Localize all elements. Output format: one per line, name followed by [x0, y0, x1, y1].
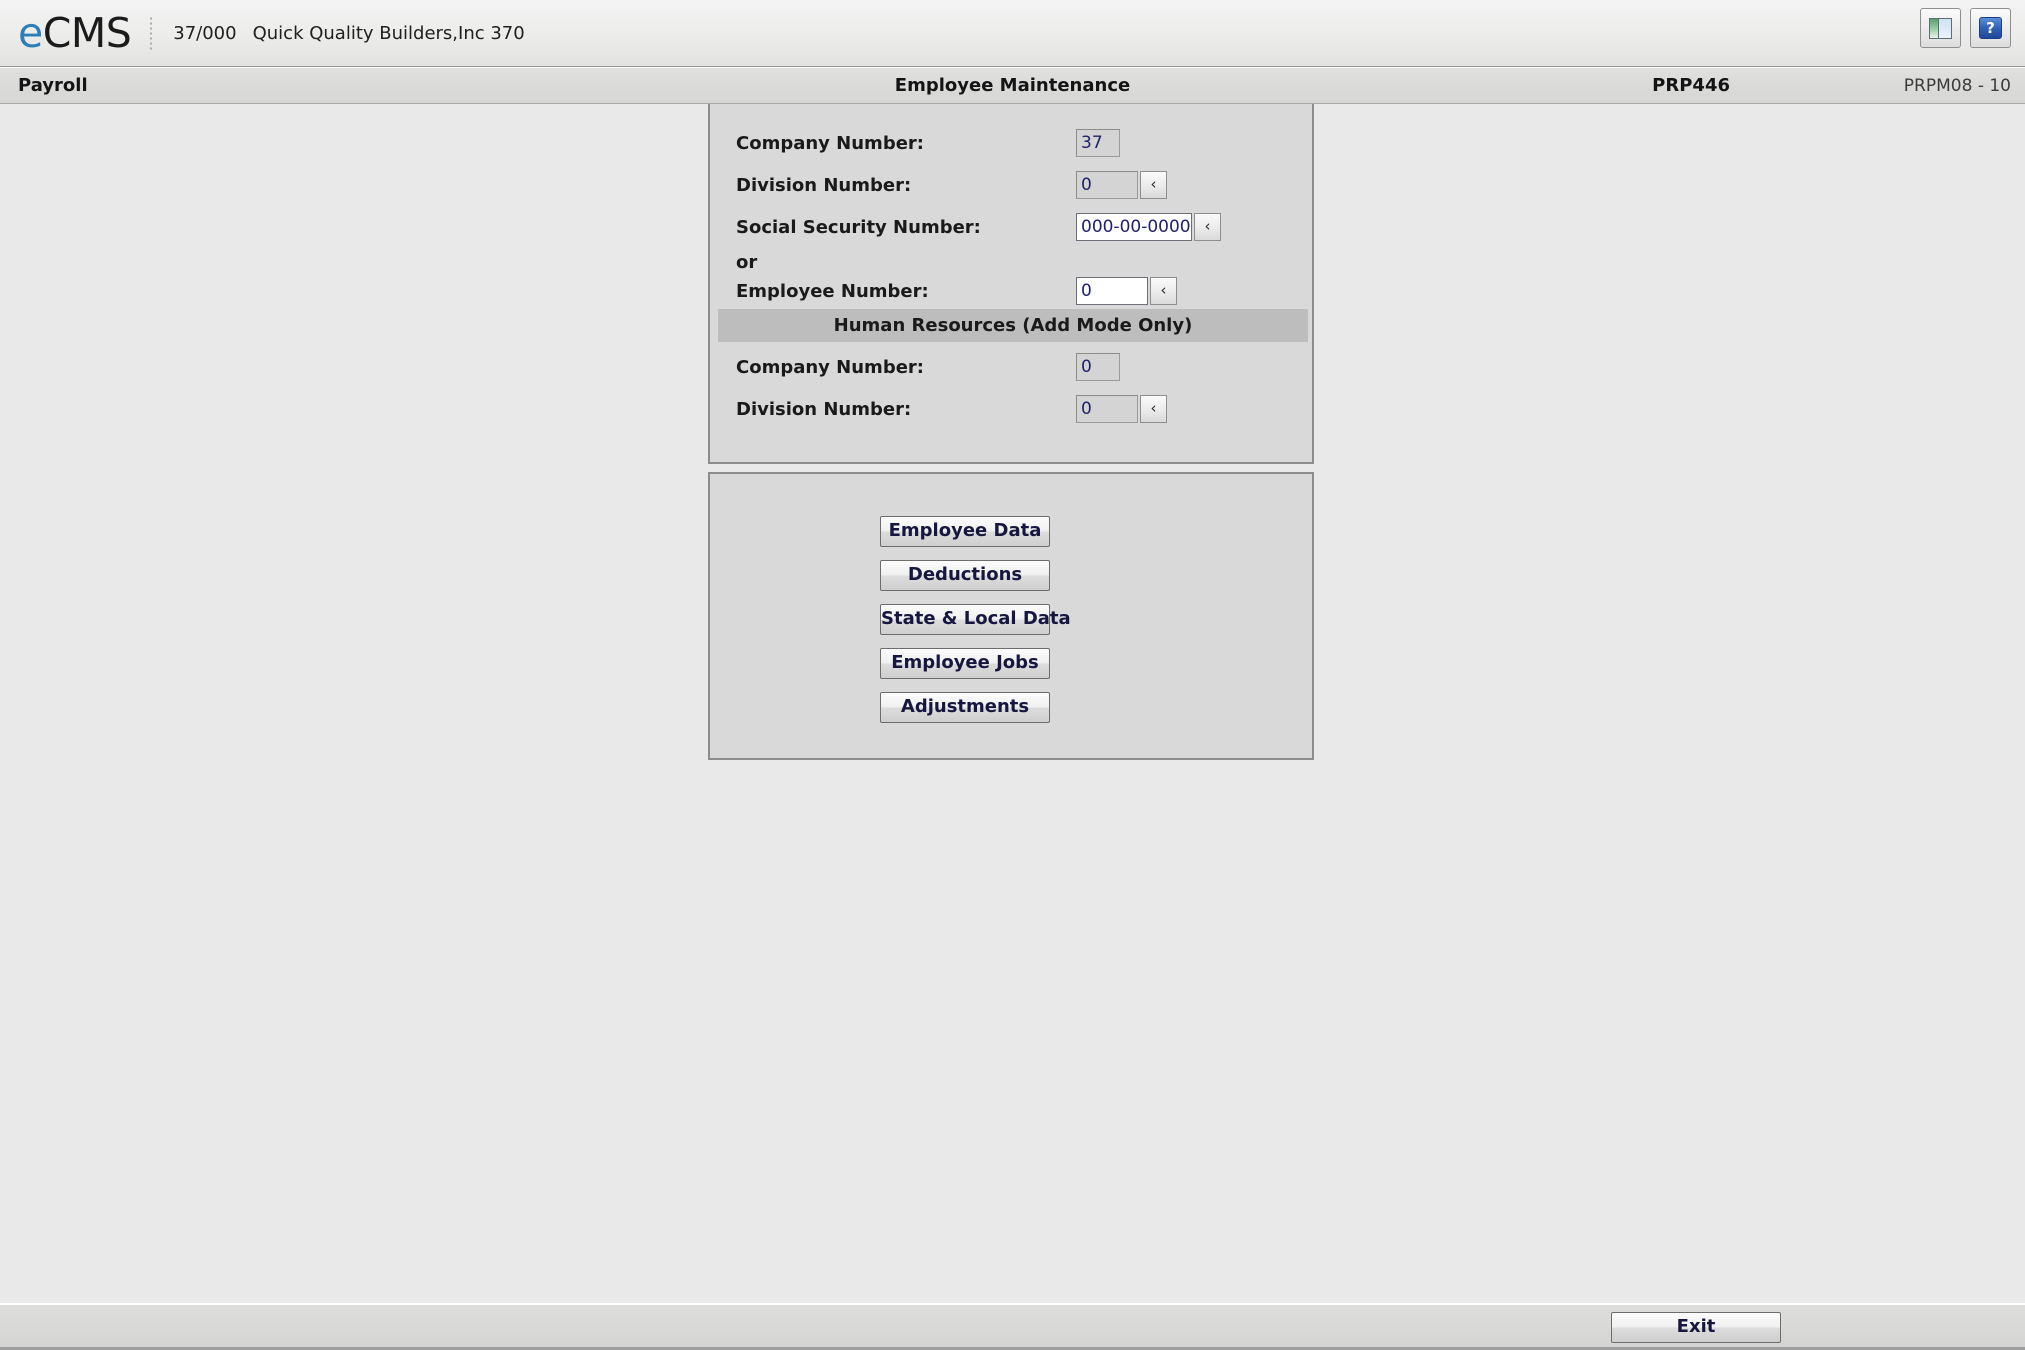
work-area: Company Number: 37 Division Number: 0 ‹ …: [0, 104, 2025, 1303]
hr-division-number-input[interactable]: 0: [1076, 395, 1138, 423]
control-hr-division-number: 0 ‹: [1076, 395, 1167, 423]
logo-separator: [149, 16, 154, 50]
field-row-hr-company-number: Company Number: 0: [710, 346, 1312, 388]
label-company-number: Company Number:: [736, 132, 924, 154]
program-id: PRP446: [1652, 75, 1730, 96]
logo-main: CMS: [42, 8, 132, 57]
employee-number-prompt-icon[interactable]: ‹: [1150, 277, 1177, 305]
panels-button[interactable]: [1920, 8, 1961, 48]
company-code: 37/000: [173, 22, 237, 44]
deductions-button[interactable]: Deductions: [880, 560, 1050, 591]
field-row-ssn: Social Security Number: 000-00-0000 ‹: [710, 206, 1312, 248]
logo-prefix: e: [18, 8, 43, 57]
help-button[interactable]: ?: [1970, 8, 2011, 48]
exit-button[interactable]: Exit: [1611, 1312, 1781, 1343]
brand-bar: eCMS 37/000 Quick Quality Builders,Inc 37…: [0, 0, 2025, 67]
hr-division-number-prompt-icon[interactable]: ‹: [1140, 395, 1167, 423]
control-company-number: 37: [1076, 129, 1120, 157]
company-name: Quick Quality Builders,Inc 370: [252, 22, 525, 44]
label-employee-number: Employee Number:: [736, 280, 929, 302]
state-local-data-button[interactable]: State & Local Data: [880, 604, 1071, 635]
employee-data-button[interactable]: Employee Data: [880, 516, 1050, 547]
ssn-input[interactable]: 000-00-0000: [1076, 213, 1192, 241]
label-hr-company-number: Company Number:: [736, 356, 924, 378]
label-ssn: Social Security Number:: [736, 216, 981, 238]
help-icon: ?: [1979, 17, 2002, 39]
ecms-logo: eCMS: [18, 12, 132, 54]
field-row-company-number: Company Number: 37: [710, 122, 1312, 164]
human-resources-section-header: Human Resources (Add Mode Only): [718, 309, 1308, 342]
adjustments-button[interactable]: Adjustments: [880, 692, 1050, 723]
hr-company-number-input[interactable]: 0: [1076, 353, 1120, 381]
panels-icon: [1929, 17, 1952, 39]
control-employee-number: 0 ‹: [1076, 277, 1177, 305]
company-number-input[interactable]: 37: [1076, 129, 1120, 157]
ssn-prompt-icon[interactable]: ‹: [1194, 213, 1221, 241]
field-row-hr-division-number: Division Number: 0 ‹: [710, 388, 1312, 430]
application-window: eCMS 37/000 Quick Quality Builders,Inc 37…: [0, 0, 2025, 1350]
selection-criteria-panel: Company Number: 37 Division Number: 0 ‹ …: [708, 104, 1314, 464]
division-number-prompt-icon[interactable]: ‹: [1140, 171, 1167, 199]
field-row-employee-number: Employee Number: 0 ‹: [710, 270, 1312, 312]
employee-jobs-button[interactable]: Employee Jobs: [880, 648, 1050, 679]
control-hr-company-number: 0: [1076, 353, 1120, 381]
field-row-division-number: Division Number: 0 ‹: [710, 164, 1312, 206]
control-ssn: 000-00-0000 ‹: [1076, 213, 1221, 241]
label-division-number: Division Number:: [736, 174, 912, 196]
bottom-bar: Exit: [0, 1303, 2025, 1350]
toolbar-buttons: ?: [1920, 8, 2011, 48]
label-hr-division-number: Division Number:: [736, 398, 912, 420]
division-number-input[interactable]: 0: [1076, 171, 1138, 199]
company-info: 37/000 Quick Quality Builders,Inc 370: [173, 23, 524, 44]
version-label: PRPM08 - 10: [1903, 75, 2011, 96]
module-name: Payroll: [18, 75, 88, 96]
actions-panel: Employee Data Deductions State & Local D…: [708, 472, 1314, 760]
control-division-number: 0 ‹: [1076, 171, 1167, 199]
module-bar: Payroll Employee Maintenance PRP446 PRPM…: [0, 67, 2025, 104]
employee-number-input[interactable]: 0: [1076, 277, 1148, 305]
